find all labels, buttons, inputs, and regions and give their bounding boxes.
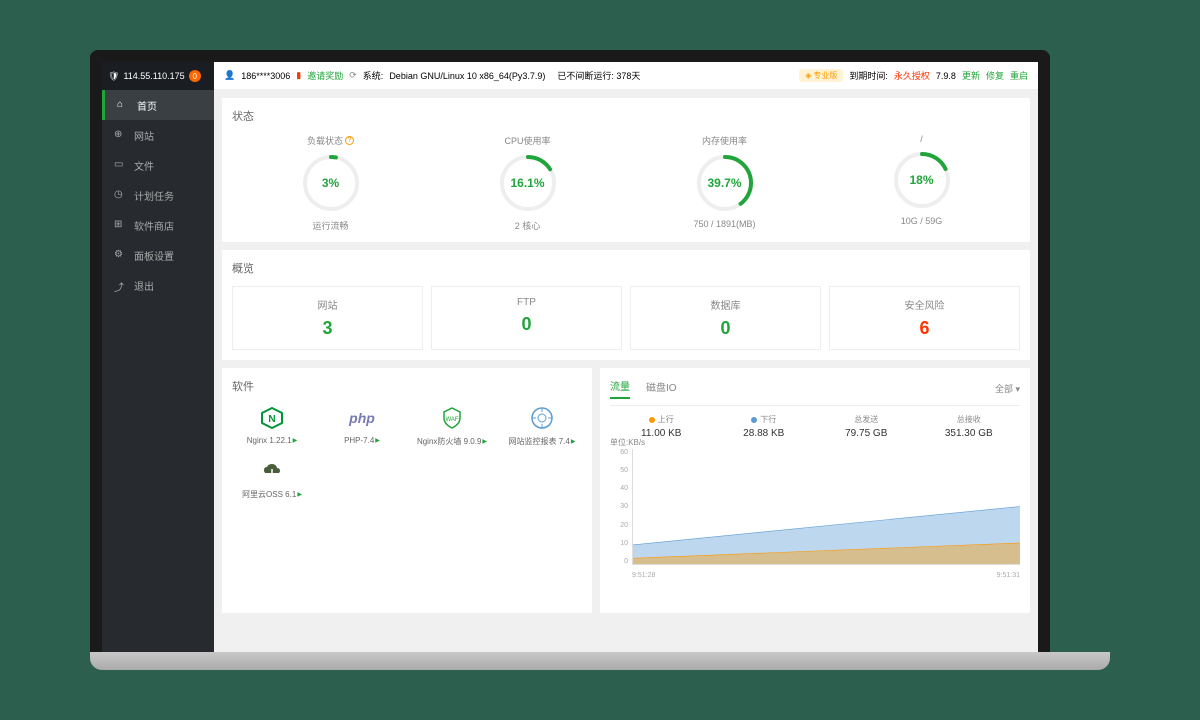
status-gauge[interactable]: 负载状态?3%运行流畅 bbox=[232, 134, 429, 232]
system-info: Debian GNU/Linux 10 x86_64(Py3.7.9) bbox=[389, 71, 545, 81]
software-item[interactable]: NNginx 1.22.1▶ bbox=[232, 404, 312, 447]
status-gauge[interactable]: 内存使用率39.7%750 / 1891(MB) bbox=[626, 134, 823, 232]
sidebar-item-clock[interactable]: ◷ 计划任务 bbox=[102, 180, 214, 210]
filter-all[interactable]: 全部 ▾ bbox=[995, 382, 1020, 395]
y-tick: 0 bbox=[610, 558, 628, 565]
svg-text:WAF: WAF bbox=[445, 417, 458, 423]
server-ip: 114.55.110.175 bbox=[123, 71, 184, 81]
user-phone: 186****3006 bbox=[241, 71, 290, 81]
traffic-stat: 上行11.00 KB bbox=[610, 414, 713, 439]
software-panel: 软件 NNginx 1.22.1▶phpPHP-7.4▶WAFNginx防火墙 … bbox=[222, 368, 592, 613]
y-tick: 20 bbox=[610, 522, 628, 529]
system-label: 系统: bbox=[363, 69, 384, 82]
software-title: 软件 bbox=[232, 378, 582, 394]
y-tick: 50 bbox=[610, 467, 628, 474]
traffic-stat: 下行28.88 KB bbox=[713, 414, 816, 439]
refresh-icon[interactable]: ⟳ bbox=[349, 70, 357, 81]
update-link[interactable]: 更新 bbox=[962, 69, 980, 82]
gear-icon: ⚙ bbox=[114, 249, 126, 261]
php-icon: php bbox=[348, 404, 376, 432]
sidebar-item-label: 网站 bbox=[134, 128, 154, 143]
globe-icon: ⊕ bbox=[114, 129, 126, 141]
sidebar-item-globe[interactable]: ⊕ 网站 bbox=[102, 120, 214, 150]
status-title: 状态 bbox=[232, 108, 1020, 124]
overview-card[interactable]: 安全风险6 bbox=[829, 286, 1020, 350]
software-item[interactable]: WAFNginx防火墙 9.0.9▶ bbox=[412, 404, 492, 447]
restart-link[interactable]: 重启 bbox=[1010, 69, 1028, 82]
grid-icon: ⊞ bbox=[114, 219, 126, 231]
status-gauge[interactable]: CPU使用率16.1%2 核心 bbox=[429, 134, 626, 232]
monitor-icon bbox=[528, 404, 556, 432]
x-tick: 9:51:31 bbox=[997, 572, 1020, 579]
status-panel: 状态 负载状态?3%运行流畅CPU使用率16.1%2 核心内存使用率39.7%7… bbox=[222, 98, 1030, 242]
sidebar-item-label: 软件商店 bbox=[134, 218, 174, 233]
sidebar-item-folder[interactable]: ▭ 文件 bbox=[102, 150, 214, 180]
exit-icon: ⤴ bbox=[114, 279, 126, 291]
expire-value: 永久授权 bbox=[894, 69, 930, 82]
dot-icon bbox=[649, 417, 655, 423]
tab-diskio[interactable]: 磁盘IO bbox=[646, 379, 677, 398]
sidebar-item-label: 退出 bbox=[134, 278, 154, 293]
home-icon: ⌂ bbox=[117, 99, 129, 111]
overview-title: 概览 bbox=[232, 260, 1020, 276]
pro-badge[interactable]: ◈专业版 bbox=[799, 69, 843, 82]
waf-icon: WAF bbox=[438, 404, 466, 432]
status-gauge[interactable]: /18%10G / 59G bbox=[823, 134, 1020, 232]
y-tick: 40 bbox=[610, 485, 628, 492]
y-tick: 60 bbox=[610, 449, 628, 456]
version: 7.9.8 bbox=[936, 71, 956, 81]
folder-icon: ▭ bbox=[114, 159, 126, 171]
sidebar-item-gear[interactable]: ⚙ 面板设置 bbox=[102, 240, 214, 270]
topbar: 👤 186****3006 ▮ 邀请奖励 ⟳ 系统: Debian GNU/Li… bbox=[214, 62, 1038, 90]
software-item[interactable]: 阿里云OSS 6.1▶ bbox=[232, 457, 312, 500]
y-tick: 30 bbox=[610, 503, 628, 510]
x-tick: 9:51:28 bbox=[632, 572, 655, 579]
play-icon: ▶ bbox=[297, 491, 302, 498]
play-icon: ▶ bbox=[571, 438, 576, 445]
sidebar-item-label: 计划任务 bbox=[134, 188, 174, 203]
y-tick: 10 bbox=[610, 540, 628, 547]
traffic-stat: 总接收351.30 GB bbox=[918, 414, 1021, 439]
play-icon: ▶ bbox=[293, 437, 298, 444]
info-icon[interactable]: ? bbox=[345, 136, 354, 145]
sidebar-item-grid[interactable]: ⊞ 软件商店 bbox=[102, 210, 214, 240]
sidebar-item-label: 文件 bbox=[134, 158, 154, 173]
overview-card[interactable]: 数据库0 bbox=[630, 286, 821, 350]
traffic-panel: 流量 磁盘IO 全部 ▾ 上行11.00 KB下行28.88 KB总发送79.7… bbox=[600, 368, 1030, 613]
notification-badge[interactable]: 0 bbox=[189, 70, 201, 82]
user-icon: 👤 bbox=[224, 70, 235, 81]
overview-panel: 概览 网站3FTP0数据库0安全风险6 bbox=[222, 250, 1030, 360]
play-icon: ▶ bbox=[482, 438, 487, 445]
oss-icon bbox=[258, 457, 286, 485]
tab-traffic[interactable]: 流量 bbox=[610, 378, 630, 399]
sidebar-item-label: 面板设置 bbox=[134, 248, 174, 263]
software-item[interactable]: phpPHP-7.4▶ bbox=[322, 404, 402, 447]
expire-label: 到期时间: bbox=[849, 69, 888, 82]
main-content: 👤 186****3006 ▮ 邀请奖励 ⟳ 系统: Debian GNU/Li… bbox=[214, 62, 1038, 652]
software-item[interactable]: 网站监控报表 7.4▶ bbox=[502, 404, 582, 447]
shield-icon: 🛡 bbox=[108, 71, 119, 82]
repair-link[interactable]: 修复 bbox=[986, 69, 1004, 82]
svg-text:N: N bbox=[268, 414, 275, 425]
dot-icon bbox=[751, 417, 757, 423]
chart-unit: 单位:KB/s bbox=[610, 437, 645, 448]
nginx-icon: N bbox=[258, 404, 286, 432]
traffic-chart: 单位:KB/s 6050403020100 9:51:28 9:51:31 bbox=[610, 449, 1020, 579]
invite-link[interactable]: 邀请奖励 bbox=[307, 69, 343, 82]
sidebar-header: 🛡 114.55.110.175 0 bbox=[102, 62, 214, 90]
traffic-stat: 总发送79.75 GB bbox=[815, 414, 918, 439]
clock-icon: ◷ bbox=[114, 189, 126, 201]
sidebar: 🛡 114.55.110.175 0 ⌂ 首页 ⊕ 网站 ▭ 文件 ◷ 计划任务 ⊞ 软件商店 ⚙ 面… bbox=[102, 62, 214, 652]
overview-card[interactable]: FTP0 bbox=[431, 286, 622, 350]
sidebar-item-label: 首页 bbox=[137, 98, 157, 113]
overview-card[interactable]: 网站3 bbox=[232, 286, 423, 350]
uptime: 已不间断运行: 378天 bbox=[557, 69, 640, 82]
sidebar-item-home[interactable]: ⌂ 首页 bbox=[102, 90, 214, 120]
play-icon: ▶ bbox=[375, 437, 380, 444]
sidebar-item-exit[interactable]: ⤴ 退出 bbox=[102, 270, 214, 300]
